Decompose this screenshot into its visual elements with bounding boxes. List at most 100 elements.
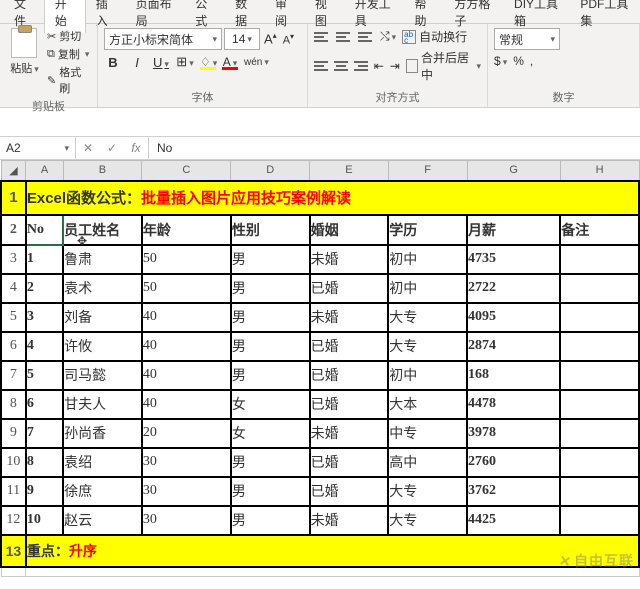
- table-row[interactable]: 86甘夫人40女已婚大本4478: [1, 390, 639, 419]
- table-row[interactable]: 119徐庶30男已婚大专3762: [1, 477, 639, 506]
- cell-E2[interactable]: 婚姻: [310, 215, 389, 245]
- cell-E10[interactable]: 已婚: [310, 448, 389, 477]
- underline-button[interactable]: U▾: [152, 55, 170, 70]
- row-7[interactable]: 7: [1, 361, 26, 390]
- cell-E7[interactable]: 已婚: [310, 361, 389, 390]
- col-A[interactable]: A: [26, 161, 63, 181]
- cell-A6[interactable]: 4: [26, 332, 63, 361]
- grid-table[interactable]: ◢ A B C D E F G H 1 Excel函数公式：批量插入图片应用技巧…: [0, 160, 640, 577]
- cell-D5[interactable]: 男: [231, 303, 310, 332]
- table-row[interactable]: 1210赵云30男未婚大专4425: [1, 506, 639, 535]
- row-13[interactable]: 13: [1, 535, 26, 567]
- select-all-corner[interactable]: ◢: [1, 161, 26, 181]
- col-D[interactable]: D: [231, 161, 310, 181]
- cell-A2[interactable]: No: [26, 215, 63, 245]
- cell-D4[interactable]: 男: [231, 274, 310, 303]
- cell-E11[interactable]: 已婚: [310, 477, 389, 506]
- font-color-button[interactable]: A▾: [222, 55, 238, 69]
- col-H[interactable]: H: [560, 161, 639, 181]
- formula-input[interactable]: No: [149, 137, 640, 159]
- font-size-select[interactable]: 14▾: [224, 28, 260, 50]
- cell-B3[interactable]: 鲁肃: [63, 245, 142, 274]
- cell-F11[interactable]: 大专: [388, 477, 467, 506]
- cell-B11[interactable]: 徐庶: [63, 477, 142, 506]
- cell-D12[interactable]: 男: [231, 506, 310, 535]
- table-row[interactable]: 108袁绍30男已婚高中2760: [1, 448, 639, 477]
- cell-A10[interactable]: 8: [26, 448, 63, 477]
- merge-center-button[interactable]: 合并后居中▾: [406, 49, 481, 83]
- cell-C6[interactable]: 40: [142, 332, 231, 361]
- cell-F3[interactable]: 初中: [388, 245, 467, 274]
- cell-D11[interactable]: 男: [231, 477, 310, 506]
- column-headers[interactable]: ◢ A B C D E F G H: [1, 161, 639, 181]
- cell-C4[interactable]: 50: [142, 274, 231, 303]
- row-14[interactable]: [1, 567, 26, 577]
- cell-D10[interactable]: 男: [231, 448, 310, 477]
- phonetic-button[interactable]: wén▾: [244, 57, 262, 68]
- cell-H2[interactable]: 备注: [560, 215, 639, 245]
- cell-B6[interactable]: 许攸: [63, 332, 142, 361]
- cell-D2[interactable]: 性别: [231, 215, 310, 245]
- cell-F8[interactable]: 大本: [388, 390, 467, 419]
- cell-A11[interactable]: 9: [26, 477, 63, 506]
- footer-cell[interactable]: 重点：升序: [26, 535, 639, 567]
- cell-C3[interactable]: 50: [142, 245, 231, 274]
- fill-color-button[interactable]: ♢▾: [200, 55, 216, 69]
- cell-F6[interactable]: 大专: [388, 332, 467, 361]
- cell-H4[interactable]: [560, 274, 639, 303]
- copy-button[interactable]: ⧉复制▾: [47, 46, 91, 62]
- cell-C9[interactable]: 20: [142, 419, 231, 448]
- cell-A4[interactable]: 2: [26, 274, 63, 303]
- cell-A5[interactable]: 3: [26, 303, 63, 332]
- cell-F7[interactable]: 初中: [388, 361, 467, 390]
- cell-H12[interactable]: [560, 506, 639, 535]
- row-6[interactable]: 6: [1, 332, 26, 361]
- cell-G9[interactable]: 3978: [467, 419, 560, 448]
- cell-E3[interactable]: 未婚: [310, 245, 389, 274]
- cell-G3[interactable]: 4735: [467, 245, 560, 274]
- cell-G11[interactable]: 3762: [467, 477, 560, 506]
- font-name-select[interactable]: 方正小标宋简体▾: [104, 28, 222, 50]
- cell-C10[interactable]: 30: [142, 448, 231, 477]
- row-11[interactable]: 11: [1, 477, 26, 506]
- cell-H6[interactable]: [560, 332, 639, 361]
- cell-C8[interactable]: 40: [142, 390, 231, 419]
- table-row[interactable]: 42袁术50男已婚初中2722: [1, 274, 639, 303]
- cell-C7[interactable]: 40: [142, 361, 231, 390]
- indent-inc-button[interactable]: ⇥: [390, 59, 400, 73]
- cell-A12[interactable]: 10: [26, 506, 63, 535]
- cell-F12[interactable]: 大专: [388, 506, 467, 535]
- table-row[interactable]: 97孙尚香20女未婚中专3978: [1, 419, 639, 448]
- table-row[interactable]: 31鲁肃50男未婚初中4735: [1, 245, 639, 274]
- format-painter-button[interactable]: ✎格式刷: [47, 64, 91, 96]
- cell-B10[interactable]: 袁绍: [63, 448, 142, 477]
- comma-button[interactable]: ,: [530, 54, 533, 68]
- table-row[interactable]: 53刘备40男未婚大专4095: [1, 303, 639, 332]
- cut-button[interactable]: ✂剪切: [47, 28, 91, 44]
- align-bottom-button[interactable]: [358, 30, 374, 44]
- orientation-button[interactable]: ⤭▾: [380, 29, 396, 44]
- italic-button[interactable]: I: [128, 55, 146, 70]
- decrease-font-button[interactable]: A▾: [281, 32, 296, 47]
- cell-D6[interactable]: 男: [231, 332, 310, 361]
- indent-dec-button[interactable]: ⇤: [374, 59, 384, 73]
- cell-F5[interactable]: 大专: [388, 303, 467, 332]
- cell-G8[interactable]: 4478: [467, 390, 560, 419]
- cell-H11[interactable]: [560, 477, 639, 506]
- name-box[interactable]: A2▾: [0, 137, 76, 159]
- cell-F9[interactable]: 中专: [388, 419, 467, 448]
- col-G[interactable]: G: [467, 161, 560, 181]
- col-C[interactable]: C: [142, 161, 231, 181]
- cell-D8[interactable]: 女: [231, 390, 310, 419]
- cell-G10[interactable]: 2760: [467, 448, 560, 477]
- align-middle-button[interactable]: [336, 30, 352, 44]
- cell-G5[interactable]: 4095: [467, 303, 560, 332]
- cell-H5[interactable]: [560, 303, 639, 332]
- row-2[interactable]: 2: [1, 215, 26, 245]
- paste-button[interactable]: 粘贴▾: [6, 28, 43, 96]
- align-center-button[interactable]: [334, 59, 348, 73]
- row-1[interactable]: 1: [1, 181, 26, 215]
- cell-D7[interactable]: 男: [231, 361, 310, 390]
- cell-B2[interactable]: 员工姓名: [63, 215, 142, 245]
- table-row[interactable]: 75司马懿40男已婚初中168: [1, 361, 639, 390]
